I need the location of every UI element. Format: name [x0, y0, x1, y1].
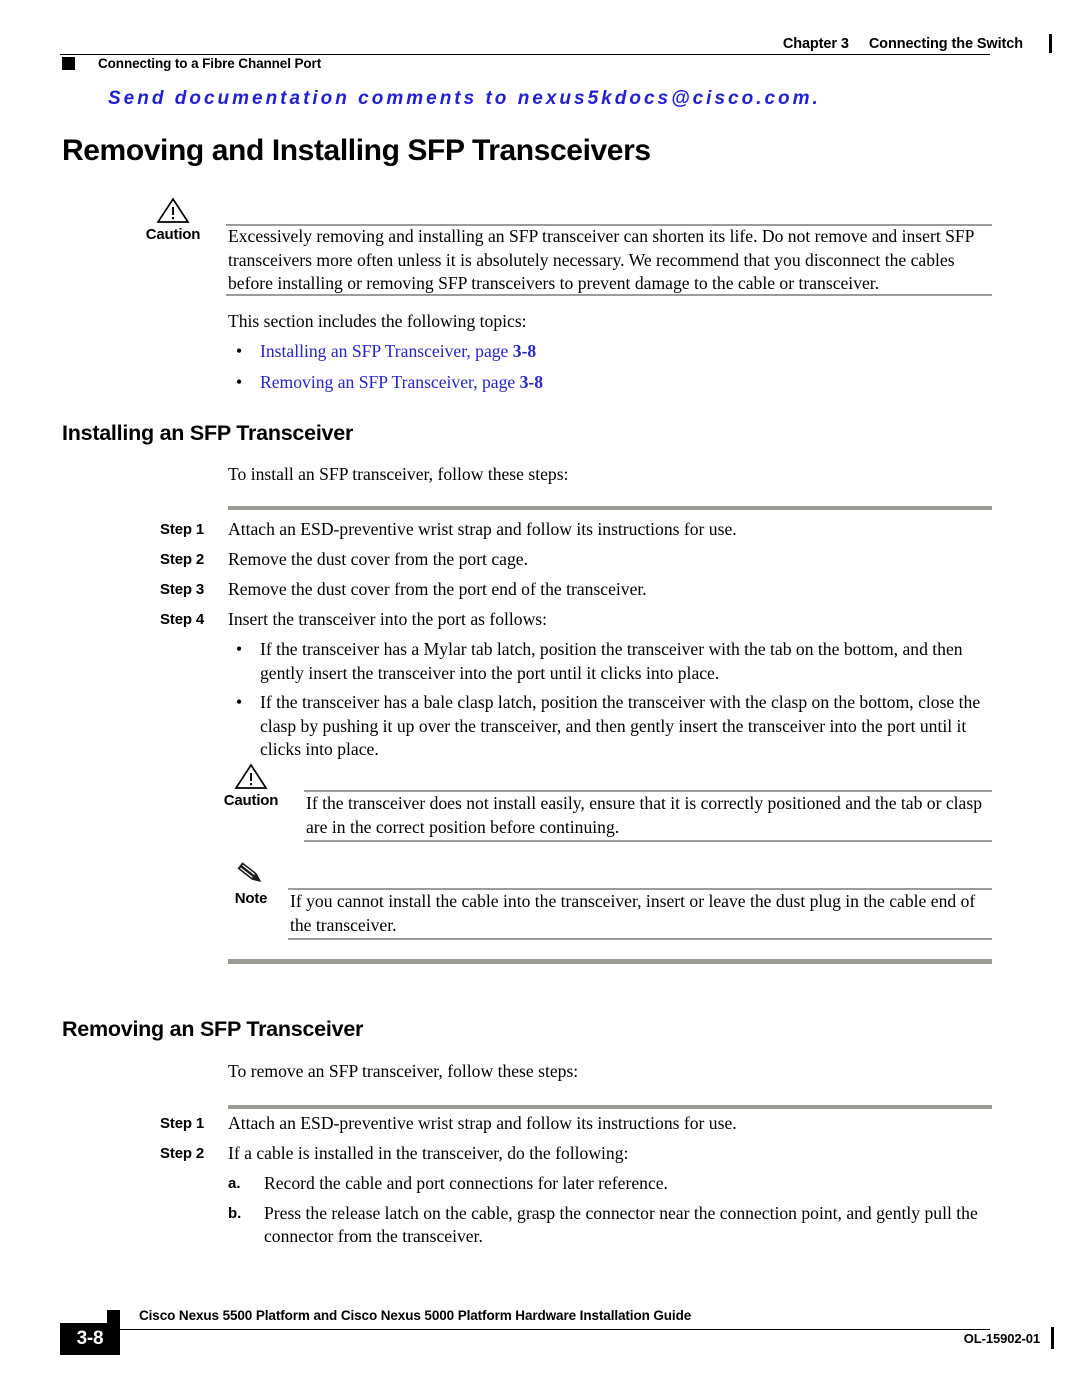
footer-page-number: 3-8: [60, 1323, 120, 1355]
step-text: If a cable is installed in the transceiv…: [228, 1143, 629, 1163]
running-header-left: Connecting to a Fibre Channel Port: [62, 56, 321, 71]
topic-link-installing[interactable]: Installing an SFP Transceiver, page 3-8: [260, 341, 536, 361]
footer-doc-id: OL-15902-01: [963, 1331, 1040, 1346]
caution-text: If the transceiver does not install easi…: [306, 793, 983, 837]
note-rule-bottom: [288, 938, 992, 940]
installing-steps-rule-bottom: [228, 959, 992, 964]
step-label: Step 3: [160, 581, 205, 598]
bullet-icon: •: [236, 692, 243, 712]
list-item: • If the transceiver has a bale clasp la…: [228, 691, 992, 762]
step-label: Step 2: [160, 1145, 205, 1162]
note-icon-column: Note: [218, 860, 284, 907]
note-text: If you cannot install the cable into the…: [290, 891, 976, 935]
bullet-icon: •: [236, 341, 243, 361]
list-item: a. Record the cable and port connections…: [228, 1172, 992, 1196]
heading-installing-sfp-transceiver: Installing an SFP Transceiver: [62, 421, 354, 445]
step-text: Insert the transceiver into the port as …: [228, 609, 548, 629]
installing-steps-rule-top: [228, 506, 992, 510]
item-text: Record the cable and port connections fo…: [264, 1173, 668, 1193]
step-text: Remove the dust cover from the port end …: [228, 579, 647, 599]
removing-steps-rule-top: [228, 1105, 992, 1109]
section-intro-text: This section includes the following topi…: [228, 311, 527, 331]
step-text: Attach an ESD-preventive wrist strap and…: [228, 1113, 737, 1133]
step-label: Step 1: [160, 1115, 205, 1132]
caution-rule-bottom: [304, 840, 992, 842]
caution-icon-column: Caution: [140, 196, 206, 243]
item-text: Press the release latch on the cable, gr…: [264, 1202, 978, 1247]
step-label: Step 2: [160, 551, 205, 568]
step2-ordered-list: a. Record the cable and port connections…: [228, 1172, 992, 1249]
caution-triangle-icon: [140, 196, 206, 226]
step-text: Remove the dust cover from the port cage…: [228, 549, 528, 569]
header-rule: [60, 54, 990, 55]
step-text: Attach an ESD-preventive wrist strap and…: [228, 519, 737, 539]
header-chapter-label: Chapter 3: [782, 35, 849, 52]
caution-label: Caution: [145, 226, 201, 243]
bullet-icon: •: [236, 371, 243, 392]
heading-removing-sfp-transceiver: Removing an SFP Transceiver: [62, 1017, 364, 1041]
footer-edge-bar: [1051, 1327, 1054, 1349]
footer-square-marker-icon: [107, 1310, 120, 1323]
footer-guide-title: Cisco Nexus 5500 Platform and Cisco Nexu…: [139, 1308, 692, 1323]
send-documentation-comments-banner: Send documentation comments to nexus5kdo…: [108, 88, 821, 109]
item-marker: b.: [228, 1204, 242, 1222]
pencil-icon: [218, 860, 284, 890]
bullet-text: If the transceiver has a bale clasp latc…: [260, 692, 981, 759]
topic-link-removing[interactable]: Removing an SFP Transceiver, page 3-8: [260, 372, 543, 392]
header-section-name: Connecting to a Fibre Channel Port: [98, 56, 322, 71]
step-label: Step 1: [160, 521, 205, 538]
list-item[interactable]: • Removing an SFP Transceiver, page 3-8: [228, 371, 988, 395]
removing-lead-in: To remove an SFP transceiver, follow the…: [228, 1061, 579, 1081]
item-marker: a.: [228, 1175, 241, 1192]
list-item: b. Press the release latch on the cable,…: [228, 1202, 992, 1249]
topic-links-list: • Installing an SFP Transceiver, page 3-…: [228, 340, 988, 394]
caution-triangle-icon: [218, 762, 284, 792]
header-chapter-title: Connecting the Switch: [868, 35, 1023, 52]
list-item[interactable]: • Installing an SFP Transceiver, page 3-…: [228, 340, 988, 364]
step4-bullet-list: • If the transceiver has a Mylar tab lat…: [228, 638, 992, 762]
document-page: Chapter 3 Connecting the Switch Connecti…: [0, 0, 1080, 1397]
page-title: Removing and Installing SFP Transceivers: [62, 134, 651, 167]
caution-text: Excessively removing and installing an S…: [228, 226, 974, 293]
step-label: Step 4: [160, 611, 205, 628]
footer-rule: [107, 1329, 990, 1330]
list-item: • If the transceiver has a Mylar tab lat…: [228, 638, 992, 685]
header-square-marker-icon: [62, 57, 75, 70]
header-edge-bar: [1049, 34, 1052, 53]
bullet-text: If the transceiver has a Mylar tab latch…: [260, 639, 963, 683]
caution-rule-bottom: [226, 294, 992, 296]
running-header-right: Chapter 3 Connecting the Switch: [783, 34, 1052, 53]
note-label: Note: [234, 890, 268, 907]
caution-icon-column: Caution: [218, 762, 284, 809]
installing-lead-in: To install an SFP transceiver, follow th…: [228, 464, 569, 484]
caution-label: Caution: [223, 792, 279, 809]
bullet-icon: •: [236, 639, 243, 659]
